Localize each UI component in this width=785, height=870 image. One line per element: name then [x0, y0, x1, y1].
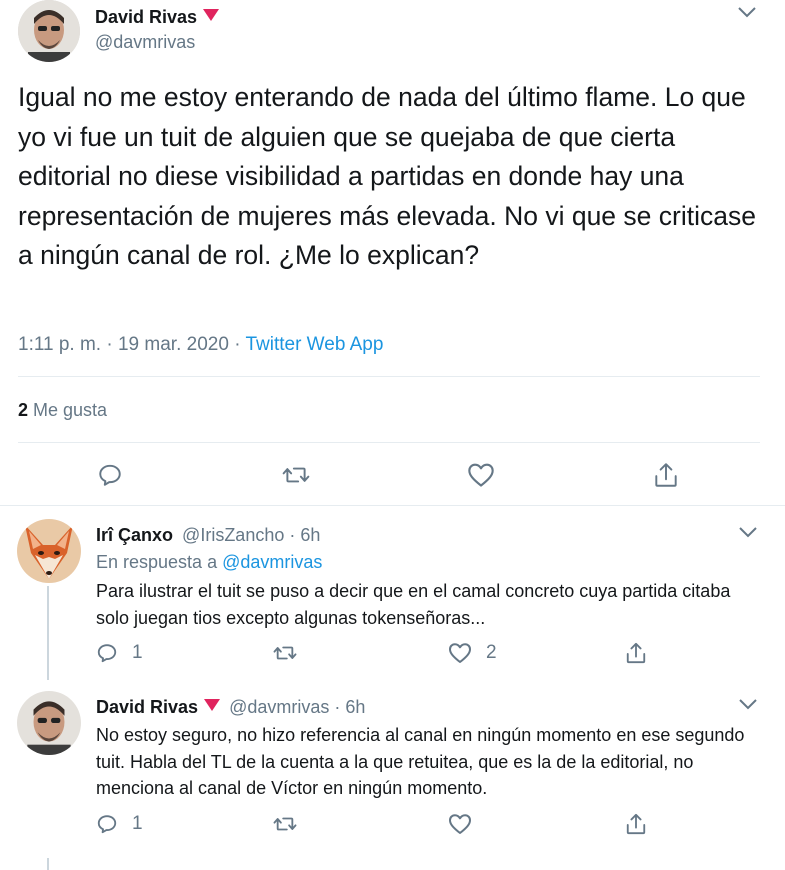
- avatar[interactable]: [18, 0, 80, 62]
- heart-icon: [468, 463, 494, 487]
- reply-button[interactable]: 1: [96, 642, 143, 664]
- likes-label: Me gusta: [33, 400, 108, 420]
- avatar[interactable]: [17, 691, 81, 755]
- like-count: 2: [486, 642, 497, 663]
- like-button[interactable]: [467, 462, 495, 488]
- reply-text: No estoy seguro, no hizo referencia al c…: [96, 725, 745, 798]
- in-reply-handle-link[interactable]: @davmrivas: [222, 552, 322, 572]
- section-divider: [0, 505, 785, 506]
- reply-icon: [99, 464, 121, 486]
- chevron-down-icon[interactable]: [738, 526, 758, 538]
- chevron-down-icon[interactable]: [737, 6, 757, 18]
- reply-button[interactable]: 1: [96, 813, 143, 835]
- reply-icon: [97, 644, 117, 663]
- avatar[interactable]: [17, 519, 81, 583]
- author-handle[interactable]: @davmrivas: [95, 31, 195, 53]
- share-button[interactable]: [625, 812, 647, 836]
- share-icon: [626, 642, 646, 664]
- reply-count: 1: [132, 642, 143, 663]
- divider: [18, 376, 760, 377]
- retweet-icon: [282, 467, 310, 483]
- tweet-text: Igual no me estoy enterando de nada del …: [18, 82, 756, 270]
- author-handle[interactable]: @davmrivas: [229, 697, 329, 717]
- retweet-icon: [273, 817, 297, 831]
- like-button[interactable]: [448, 813, 472, 835]
- share-button[interactable]: [625, 641, 647, 665]
- fox-avatar-icon: [17, 519, 81, 583]
- in-reply-to: En respuesta a @davmrivas: [96, 551, 322, 573]
- time-ago[interactable]: 6h: [345, 697, 365, 717]
- retweet-button[interactable]: [273, 642, 297, 664]
- share-button[interactable]: [653, 461, 679, 489]
- time-ago[interactable]: 6h: [300, 525, 320, 545]
- share-icon: [626, 813, 646, 835]
- reply-icon: [97, 815, 117, 834]
- divider: [18, 442, 760, 443]
- retweet-button[interactable]: [273, 813, 297, 835]
- share-icon: [655, 463, 677, 487]
- tweet-source-link[interactable]: Twitter Web App: [245, 334, 383, 355]
- meta-separator: ·: [289, 525, 296, 545]
- reply-text: Para ilustrar el tuit se puso a decir qu…: [96, 581, 731, 628]
- like-button[interactable]: 2: [448, 642, 497, 664]
- in-reply-label: En respuesta a: [96, 552, 218, 572]
- verified-flag-icon: [204, 699, 221, 712]
- verified-flag-icon: [203, 9, 220, 22]
- reply-count: 1: [132, 813, 143, 834]
- retweet-button[interactable]: [282, 462, 310, 488]
- reply-button[interactable]: [97, 462, 123, 488]
- likes-count: 2: [18, 400, 29, 420]
- meta-separator: ·: [234, 334, 241, 355]
- thread-line: [47, 586, 49, 680]
- retweet-icon: [273, 646, 297, 660]
- author-name[interactable]: David Rivas: [96, 697, 198, 717]
- author-handle[interactable]: @IrisZancho: [182, 525, 284, 545]
- tweet-meta: 1:11 p. m. · 19 mar. 2020 · Twitter Web …: [18, 333, 383, 357]
- heart-icon: [449, 643, 471, 663]
- tweet-time[interactable]: 1:11 p. m.: [18, 334, 101, 355]
- tweet-date[interactable]: 19 mar. 2020: [118, 334, 229, 355]
- heart-icon: [449, 814, 471, 834]
- thread-line: [47, 858, 49, 870]
- likes-summary[interactable]: 2 Me gusta: [18, 399, 107, 421]
- author-name[interactable]: David Rivas: [95, 7, 197, 27]
- author-name[interactable]: Irî Çanxo: [96, 525, 173, 545]
- meta-separator: ·: [106, 334, 113, 355]
- chevron-down-icon[interactable]: [738, 698, 758, 710]
- meta-separator: ·: [334, 697, 341, 717]
